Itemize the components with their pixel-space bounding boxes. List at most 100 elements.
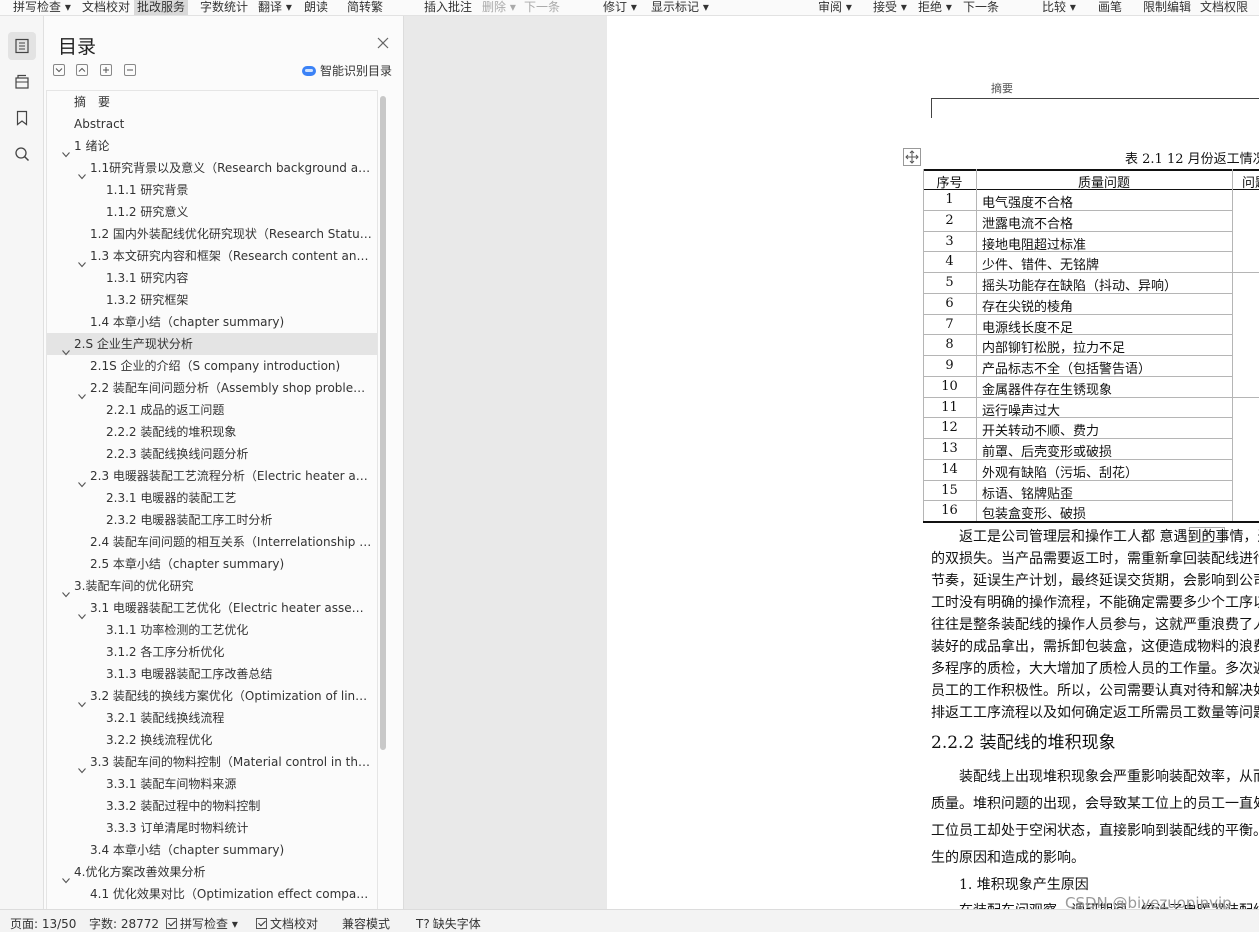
toc-item[interactable]: 3.3.2 装配过程中的物料控制 [47, 795, 377, 817]
toolbar-item-15[interactable]: 下一条 [963, 0, 999, 15]
toc-item[interactable]: 2.1S 企业的介绍（S company introduction) [47, 355, 377, 377]
toc-item-label: 1.1.1 研究背景 [106, 183, 189, 197]
toc-item[interactable]: 2.3.2 电暖器装配工序工时分析 [47, 509, 377, 531]
toc-item[interactable]: 1.1.2 研究意义 [47, 201, 377, 223]
toc-item[interactable]: 2.2 装配车间问题分析（Assembly shop problem … [47, 377, 377, 400]
toc-item[interactable]: 1.3 本文研究内容和框架（Research content and … [47, 245, 377, 268]
toolbar-item-2[interactable]: 批改服务 [134, 0, 189, 15]
toc-item[interactable]: 3.3.1 装配车间物料来源 [47, 773, 377, 795]
toolbar-item-18[interactable]: 限制编辑 [1143, 0, 1191, 15]
toolbar-item-3[interactable]: 字数统计 [200, 0, 248, 15]
toolbar-item-12[interactable]: 审阅 ▾ [818, 0, 852, 15]
toolbar-item-4[interactable]: 翻译 ▾ [258, 0, 292, 15]
chevron-down-icon[interactable] [78, 605, 86, 620]
toc-item[interactable]: 2.3 电暖器装配工艺流程分析（Electric heater ass… [47, 465, 377, 488]
table-row-line [923, 230, 1232, 232]
table-cell-issue: 少件、错件、无铭牌 [982, 258, 1100, 274]
toc-item[interactable]: 3.2.2 换线流程优化 [47, 729, 377, 751]
bookmark-icon[interactable] [8, 104, 36, 132]
toc-item-label: 3.2.1 装配线换线流程 [106, 711, 225, 725]
chevron-down-icon[interactable] [62, 583, 70, 598]
toc-item[interactable]: 2.2.2 装配线的堆积现象 [47, 421, 377, 443]
word-count[interactable]: 字数: 28772 [89, 915, 159, 932]
toc-item[interactable]: 2.4 装配车间问题的相互关系（Interrelationship … [47, 531, 377, 553]
toc-item[interactable]: 2.2.3 装配线换线问题分析 [47, 443, 377, 465]
toc-item-label: 1.1.2 研究意义 [106, 205, 189, 219]
pages-icon[interactable] [8, 68, 36, 96]
proofread-toggle[interactable]: 文档校对 [256, 915, 318, 932]
smart-toc-button[interactable]: 智能识别目录 [302, 62, 392, 80]
outline-icon[interactable] [8, 32, 36, 60]
toc-item[interactable]: 1.3.2 研究框架 [47, 289, 377, 311]
toolbar-item-9[interactable]: 下一条 [524, 0, 560, 15]
expand-all-icon[interactable] [76, 64, 88, 76]
toc-item[interactable]: 1.1.1 研究背景 [47, 179, 377, 201]
spell-check-toggle[interactable]: 拼写检查 ▾ [166, 915, 238, 932]
toc-item[interactable]: 1.1研究背景以及意义（Research background an… [47, 157, 377, 180]
table-cell-index: 4 [945, 254, 954, 270]
missing-font-button[interactable]: T? 缺失字体 [416, 915, 481, 932]
toolbar-item-7[interactable]: 插入批注 [424, 0, 472, 15]
csdn-watermark: CSDN @biyezuopinvip [1065, 894, 1232, 909]
toolbar-item-0[interactable]: 拼写检查 ▾ [13, 0, 71, 15]
spell-check-label: 拼写检查 ▾ [180, 917, 238, 931]
chevron-down-icon[interactable] [78, 693, 86, 708]
toolbar-item-14[interactable]: 拒绝 ▾ [918, 0, 952, 15]
toc-item[interactable]: 3.2 装配线的换线方案优化（Optimization of line … [47, 685, 377, 708]
toc-item[interactable]: 2.S 企业生产现状分析 [47, 333, 377, 356]
toolbar-item-16[interactable]: 比较 ▾ [1042, 0, 1076, 15]
toc-item[interactable]: Abstract [47, 113, 377, 135]
toc-item[interactable]: 4.优化方案改善效果分析 [47, 861, 377, 884]
toc-item[interactable]: 3.4 本章小结（chapter summary) [47, 839, 377, 861]
close-icon[interactable] [376, 36, 390, 50]
toc-item[interactable]: 1.3.1 研究内容 [47, 267, 377, 289]
toc-item[interactable]: 2.2.1 成品的返工问题 [47, 399, 377, 421]
toolbar-item-8[interactable]: 删除 ▾ [482, 0, 516, 15]
toc-item[interactable]: 2.5 本章小结（chapter summary) [47, 553, 377, 575]
collapse-all-icon[interactable] [53, 64, 65, 76]
minus-icon[interactable] [124, 64, 136, 76]
chevron-down-icon[interactable] [62, 341, 70, 356]
toolbar-item-17[interactable]: 画笔 [1098, 0, 1122, 15]
toc-item[interactable]: 1.4 本章小结（chapter summary) [47, 311, 377, 333]
toc-item[interactable]: 3.1 电暖器装配工艺优化（Electric heater assemb… [47, 597, 377, 620]
chevron-down-icon[interactable] [78, 253, 86, 268]
toc-item[interactable]: 3.3.3 订单清尾时物料统计 [47, 817, 377, 839]
toc-item[interactable]: 1 绪论 [47, 135, 377, 158]
toc-item[interactable]: 3.装配车间的优化研究 [47, 575, 377, 598]
toc-item-label: 2.2.3 装配线换线问题分析 [106, 447, 249, 461]
chevron-down-icon[interactable] [78, 473, 86, 488]
table-cell-index: 7 [945, 316, 954, 332]
toolbar-item-5[interactable]: 朗读 [304, 0, 328, 15]
toc-item[interactable]: 1.2 国内外装配线优化研究现状（Research Status … [47, 223, 377, 245]
paragraph-line: 往往是整条装配线的操作人员参与，这就严重浪费了人力资源。返工时还需把 [931, 617, 1259, 633]
search-icon[interactable] [8, 140, 36, 168]
toolbar-item-1[interactable]: 文档校对 [82, 0, 130, 15]
chevron-down-icon[interactable] [78, 385, 86, 400]
chevron-down-icon[interactable] [78, 165, 86, 180]
chevron-down-icon[interactable] [62, 143, 70, 158]
toc-item[interactable]: 3.1.3 电暖器装配工序改善总结 [47, 663, 377, 685]
table-row-line [923, 500, 1232, 502]
toolbar-item-19[interactable]: 文档权限 [1200, 0, 1248, 15]
toolbar-item-11[interactable]: 显示标记 ▾ [651, 0, 709, 15]
toc-item[interactable]: 摘 要 [47, 91, 377, 113]
toc-scrollbar[interactable] [380, 96, 386, 750]
toc-item[interactable]: 4.1 优化效果对比（Optimization effect compari… [47, 883, 377, 905]
chevron-down-icon[interactable] [78, 759, 86, 774]
table-cell-index: 5 [945, 275, 954, 290]
toc-item[interactable]: 2.3.1 电暖器的装配工艺 [47, 487, 377, 509]
toolbar-item-13[interactable]: 接受 ▾ [873, 0, 907, 15]
toc-item[interactable]: 3.2.1 装配线换线流程 [47, 707, 377, 729]
page-indicator[interactable]: 页面: 13/50 [10, 915, 76, 932]
toolbar-item-10[interactable]: 修订 ▾ [603, 0, 637, 15]
table-move-icon[interactable] [903, 148, 921, 166]
toc-item-label: 3.1.2 各工序分析优化 [106, 645, 225, 659]
toc-item[interactable]: 3.3 装配车间的物料控制（Material control in the … [47, 751, 377, 774]
toc-item[interactable]: 3.1.1 功率检测的工艺优化 [47, 619, 377, 641]
toc-item[interactable]: 3.1.2 各工序分析优化 [47, 641, 377, 663]
toc-item-label: 3.3.3 订单清尾时物料统计 [106, 821, 249, 835]
plus-icon[interactable] [100, 64, 112, 76]
toolbar-item-6[interactable]: 简转繁 [347, 0, 383, 15]
chevron-down-icon[interactable] [62, 869, 70, 884]
